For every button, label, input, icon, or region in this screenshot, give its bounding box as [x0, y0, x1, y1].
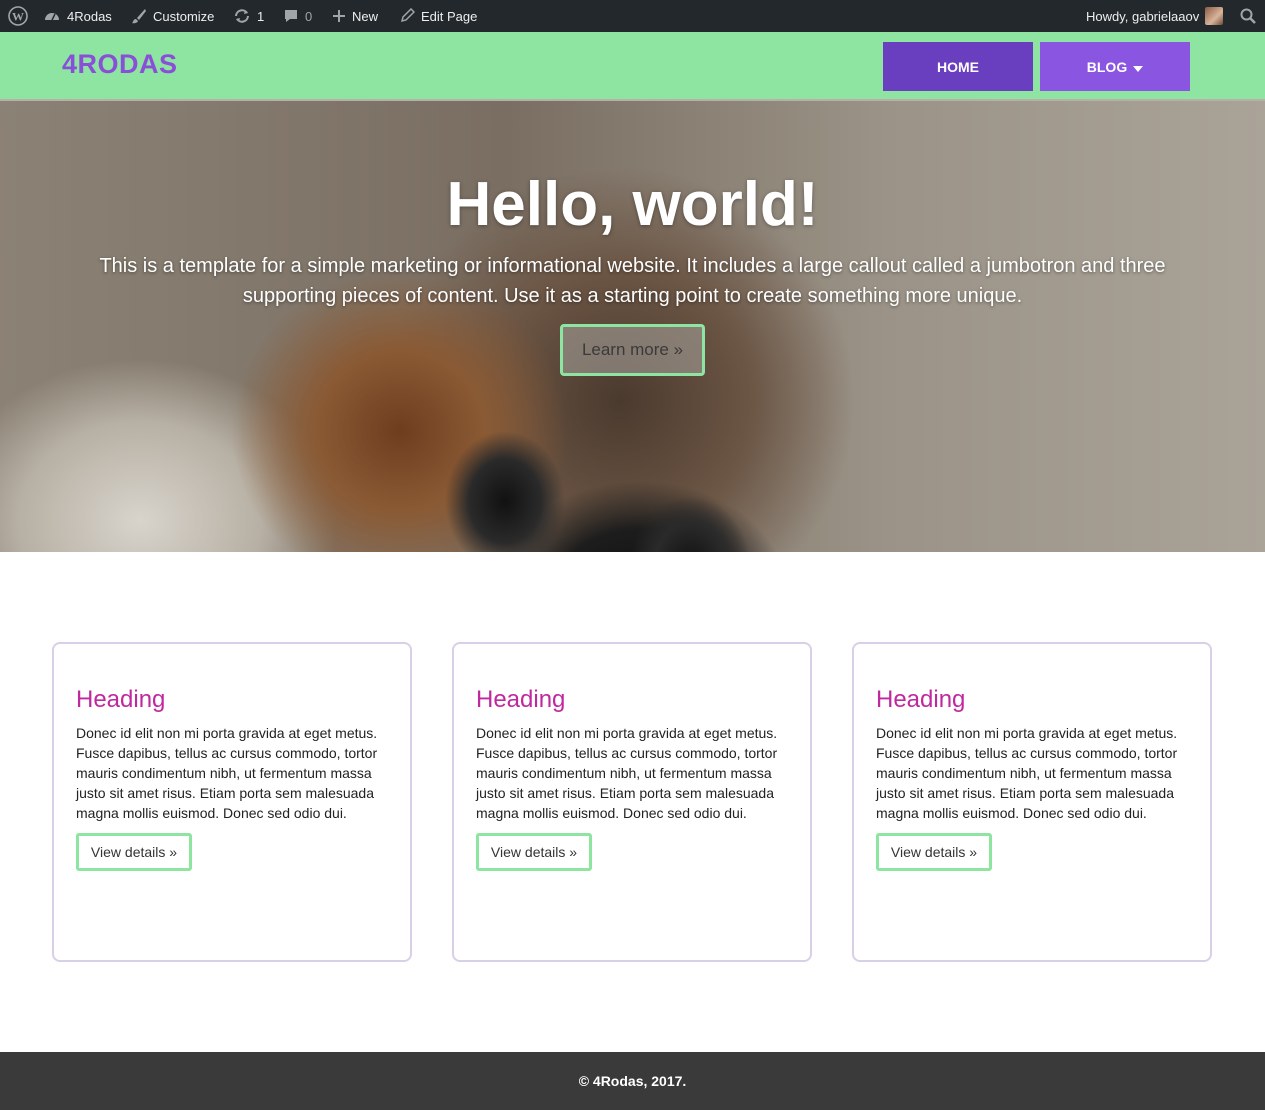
hero-text: This is a template for a simple marketin…	[99, 255, 1166, 307]
footer-copyright: © 4Rodas, 2017.	[578, 1073, 687, 1089]
brush-icon	[131, 8, 147, 24]
site-header: 4RODAS HOME BLOG	[0, 32, 1265, 101]
site-name-label: 4Rodas	[67, 8, 112, 24]
howdy-label: Howdy, gabrielaaov	[1086, 8, 1200, 24]
my-account-link[interactable]: Howdy, gabrielaaov	[1086, 0, 1224, 32]
nav-home-label: HOME	[937, 58, 979, 75]
admin-search[interactable]	[1240, 0, 1256, 32]
card-body: Donec id elit non mi porta gravida at eg…	[476, 725, 778, 821]
hero-jumbotron: Hello, world! This is a template for a s…	[0, 101, 1265, 552]
pencil-icon	[399, 8, 415, 24]
site-brand[interactable]: 4RODAS	[62, 49, 178, 80]
updates-count: 1	[257, 8, 265, 24]
edit-page-link[interactable]: Edit Page	[399, 0, 477, 32]
edit-page-label: Edit Page	[421, 8, 478, 24]
search-icon	[1240, 8, 1256, 24]
card-heading: Heading	[476, 686, 566, 713]
updates-link[interactable]: 1	[233, 0, 264, 32]
card-heading: Heading	[76, 686, 166, 713]
plus-icon	[332, 9, 346, 23]
site-footer: © 4Rodas, 2017.	[0, 1052, 1265, 1110]
new-label: New	[352, 8, 379, 24]
svg-text:W: W	[12, 10, 24, 24]
nav-blog[interactable]: BLOG	[1040, 42, 1190, 91]
admin-bar: W 4Rodas Customize 1 0 New Edit Page How…	[0, 0, 1265, 32]
site-name-link[interactable]: 4Rodas	[43, 0, 112, 32]
learn-more-button[interactable]: Learn more »	[560, 324, 705, 376]
view-details-button[interactable]: View details »	[476, 833, 592, 871]
view-details-button[interactable]: View details »	[76, 833, 192, 871]
avatar	[1205, 7, 1224, 25]
comments-count: 0	[305, 8, 313, 24]
dashboard-icon	[43, 7, 61, 25]
card-body: Donec id elit non mi porta gravida at eg…	[876, 725, 1178, 821]
wordpress-menu[interactable]: W	[8, 0, 28, 32]
new-content-link[interactable]: New	[332, 0, 378, 32]
wordpress-icon: W	[8, 6, 28, 26]
card-heading: Heading	[876, 686, 966, 713]
comment-icon	[283, 8, 299, 24]
content-card: Heading Donec id elit non mi porta gravi…	[52, 642, 412, 962]
customize-label: Customize	[153, 8, 215, 24]
view-details-button[interactable]: View details »	[876, 833, 992, 871]
comments-link[interactable]: 0	[283, 0, 312, 32]
customize-link[interactable]: Customize	[131, 0, 214, 32]
content-card: Heading Donec id elit non mi porta gravi…	[852, 642, 1212, 962]
nav-home[interactable]: HOME	[883, 42, 1033, 91]
nav-blog-label: BLOG	[1086, 58, 1128, 75]
updates-icon	[233, 7, 251, 25]
hero-title: Hello, world!	[446, 170, 819, 239]
caret-down-icon	[1133, 59, 1144, 75]
content-card: Heading Donec id elit non mi porta gravi…	[452, 642, 812, 962]
card-body: Donec id elit non mi porta gravida at eg…	[76, 725, 378, 821]
